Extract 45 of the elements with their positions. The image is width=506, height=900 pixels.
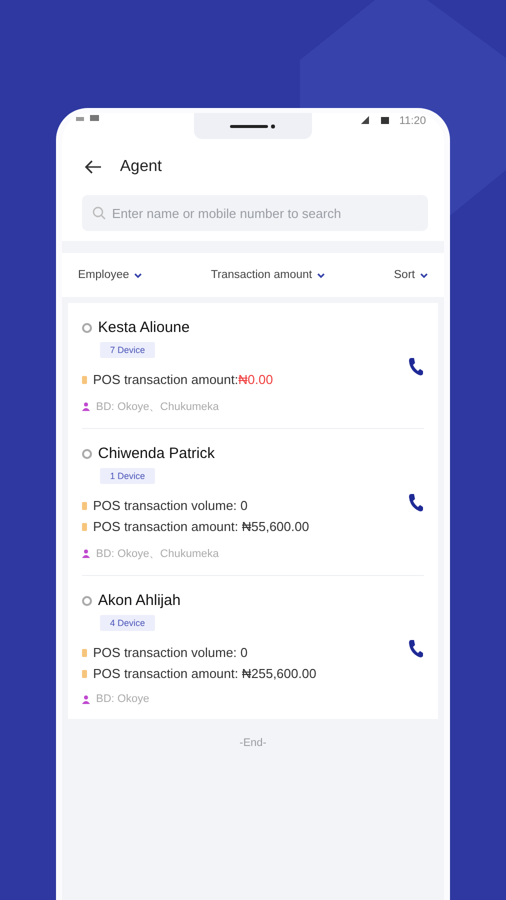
person-icon: [82, 549, 90, 558]
phone-call-button[interactable]: [408, 493, 424, 513]
person-icon: [82, 402, 90, 411]
device-tag: 4 Device: [100, 615, 156, 631]
transaction-stat: POS transaction volume: 0: [93, 498, 248, 513]
transaction-stat: POS transaction amount: ₦55,600.00: [93, 519, 310, 534]
transaction-stat: POS transaction amount: ₦255,600.00: [93, 666, 316, 681]
filter-dropdown[interactable]: Transaction amount: [210, 269, 326, 281]
person-icon: [82, 694, 90, 704]
search-field[interactable]: Enter name or mobile number to search: [82, 195, 428, 231]
status-ring-icon: [82, 448, 92, 458]
search-icon: [92, 206, 106, 220]
pos-icon: [82, 670, 87, 678]
filter-dropdown[interactable]: Sort: [394, 269, 428, 281]
chevron-icon: [317, 272, 326, 278]
agent-name: Chiwenda Patrick: [98, 445, 215, 462]
transaction-stat: POS transaction amount:₦0.00: [93, 372, 273, 387]
list-end-text: -End-: [240, 737, 266, 749]
pos-icon: [82, 376, 87, 384]
signal-battery-icons: [361, 115, 392, 125]
phone-icon: [408, 638, 424, 658]
status-ring-icon: [82, 322, 92, 332]
status-ring-icon: [82, 596, 92, 606]
status-time: 11:20: [399, 115, 426, 127]
device-tag: 1 Device: [100, 468, 156, 484]
agent-name: Akon Ahlijah: [98, 592, 181, 609]
page-title: Agent: [120, 158, 162, 176]
bd-text: BD: Okoye、Chukumeka: [96, 547, 219, 561]
pos-icon: [82, 648, 87, 656]
chevron-icon: [134, 272, 142, 278]
device-tag: 7 Device: [100, 342, 156, 358]
speaker-icon: [230, 124, 276, 128]
bd-text: BD: Okoye: [96, 693, 150, 705]
chevron-icon: [420, 272, 428, 278]
bd-text: BD: Okoye、Chukumeka: [96, 400, 219, 414]
pos-icon: [82, 522, 87, 530]
phone-call-button[interactable]: [408, 356, 424, 376]
agent-name: Kesta Alioune: [98, 319, 190, 336]
phone-call-button[interactable]: [408, 638, 424, 658]
filter-dropdown[interactable]: Employee: [78, 269, 142, 281]
pos-icon: [82, 502, 87, 510]
phone-icon: [408, 356, 424, 376]
back-arrow-icon[interactable]: [84, 160, 102, 174]
phone-icon: [408, 493, 424, 513]
transaction-stat: POS transaction volume: 0: [93, 645, 248, 660]
